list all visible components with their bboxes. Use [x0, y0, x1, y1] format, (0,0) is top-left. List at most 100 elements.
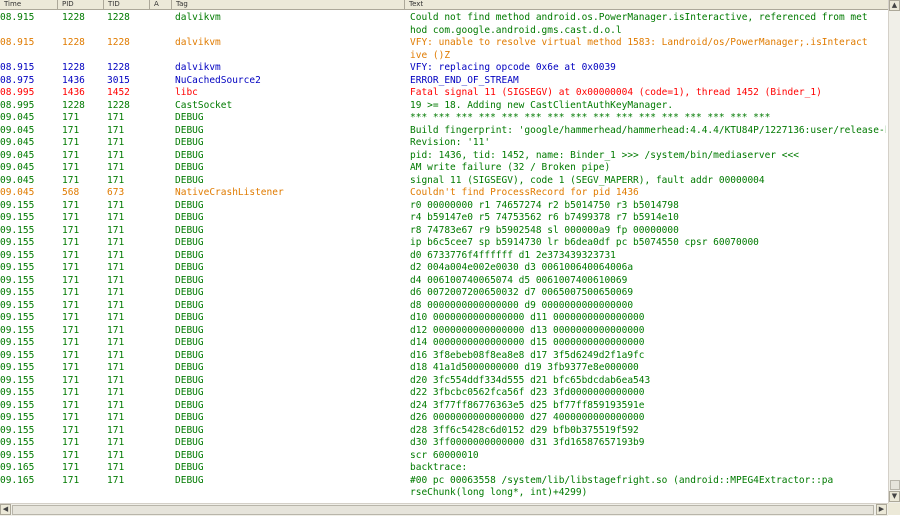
log-time: 09.165: [0, 474, 35, 486]
log-tid: 171: [107, 337, 125, 348]
log-row[interactable]: 09.045 171 171 DEBUG *** *** *** *** *** ***…: [0, 112, 888, 125]
log-row[interactable]: 08.995 1436 1452 libc Fatal signal 11 (SIGSE…: [0, 87, 888, 100]
log-text: r8 74783e67 r9 b5902548 sl 000000a9 fp 0…: [410, 224, 679, 236]
log-time: 09.045: [0, 187, 35, 198]
log-row[interactable]: 09.045 171 171 DEBUG Build fingerprint: 'goo…: [0, 125, 888, 138]
log-row[interactable]: 09.155 171 171 DEBUG d4 006100740065074 d5 …: [0, 275, 888, 288]
log-row[interactable]: 08.915 1228 1228 dalvikvm VFY: unable to res…: [0, 37, 888, 62]
log-text: d4 006100740065074 d5 0061007400610069: [410, 274, 628, 286]
log-row[interactable]: 09.155 171 171 DEBUG r4 b59147e0 r5 7475356…: [0, 212, 888, 225]
log-row[interactable]: 09.155 171 171 DEBUG d16 3f8ebeb08f8ea8e8 d…: [0, 350, 888, 363]
log-row[interactable]: 09.155 171 171 DEBUG d8 0000000000000000 d9…: [0, 300, 888, 313]
column-header-pid[interactable]: PID: [58, 0, 104, 9]
log-text: d18 41a1d5000000000 d19 3fb9377e8e000000: [410, 362, 639, 373]
log-row[interactable]: 09.165 171 171 DEBUG #00 pc 00063558 /syste…: [0, 475, 888, 500]
log-tag: DEBUG: [175, 274, 204, 286]
log-tid: 171: [107, 474, 125, 486]
scroll-up-icon[interactable]: ▲: [889, 0, 900, 11]
log-row[interactable]: 09.155 171 171 DEBUG d0 6733776f4ffffff d1 …: [0, 250, 888, 263]
log-tid: 673: [107, 187, 125, 198]
scroll-left-icon[interactable]: ◀: [0, 504, 11, 515]
column-header-tid[interactable]: TID: [104, 0, 150, 9]
log-tag: dalvikvm: [175, 37, 221, 48]
log-row[interactable]: 09.155 171 171 DEBUG scr 60000010: [0, 450, 888, 463]
log-row[interactable]: 09.155 171 171 DEBUG d10 0000000000000000 d…: [0, 312, 888, 325]
log-time: 09.155: [0, 449, 35, 461]
log-time: 08.995: [0, 99, 35, 111]
log-text: ERROR_END_OF_STREAM: [410, 74, 519, 86]
log-row[interactable]: 09.155 171 171 DEBUG d18 41a1d5000000000 d1…: [0, 362, 888, 375]
log-text: d10 0000000000000000 d11 000000000000000…: [410, 312, 645, 323]
log-time: 08.975: [0, 74, 35, 86]
log-time: 09.045: [0, 112, 35, 123]
log-row[interactable]: 08.915 1228 1228 dalvikvm VFY: replacing opc…: [0, 62, 888, 75]
log-tid: 171: [107, 412, 125, 423]
log-time: 09.155: [0, 337, 35, 348]
scroll-down-icon[interactable]: ▼: [889, 491, 900, 502]
log-tag: DEBUG: [175, 437, 204, 448]
log-row[interactable]: 09.155 171 171 DEBUG d26 0000000000000000 d…: [0, 412, 888, 425]
log-tid: 171: [107, 374, 125, 386]
log-row[interactable]: 09.155 171 171 DEBUG d24 3f77ff86776363e5 d…: [0, 400, 888, 413]
log-time: 08.915: [0, 62, 35, 73]
log-tid: 1452: [107, 87, 130, 98]
log-row[interactable]: 08.915 1228 1228 dalvikvm Could not find met…: [0, 12, 888, 37]
log-row[interactable]: 09.155 171 171 DEBUG r8 74783e67 r9 b590254…: [0, 225, 888, 238]
vertical-scrollbar[interactable]: ▲ ▼: [888, 0, 900, 503]
log-row[interactable]: 09.155 171 171 DEBUG d6 0072007200650032 d7…: [0, 287, 888, 300]
log-row[interactable]: 09.155 171 171 DEBUG d2 004a004e002e0030 d3…: [0, 262, 888, 275]
column-header-tag[interactable]: Tag: [172, 0, 405, 9]
log-pid: 171: [62, 137, 80, 148]
log-text: d28 3ff6c5428c6d0152 d29 bfb0b375519f592: [410, 424, 639, 436]
log-tid: 171: [107, 149, 125, 161]
scroll-right-icon[interactable]: ▶: [876, 504, 887, 515]
log-pid: 171: [62, 337, 80, 348]
log-tag: DEBUG: [175, 249, 204, 261]
log-row[interactable]: 09.155 171 171 DEBUG d12 0000000000000000 d…: [0, 325, 888, 338]
log-pid: 171: [62, 449, 80, 461]
horizontal-scroll-thumb[interactable]: [12, 505, 874, 515]
log-pid: 171: [62, 249, 80, 261]
log-tid: 171: [107, 262, 125, 273]
log-row[interactable]: 09.165 171 171 DEBUG backtrace:: [0, 462, 888, 475]
log-pid: 171: [62, 162, 80, 173]
log-row[interactable]: 08.975 1436 3015 NuCachedSource2 ERROR_END_O…: [0, 75, 888, 88]
log-row[interactable]: 09.045 171 171 DEBUG pid: 1436, tid: 1452, n…: [0, 150, 888, 163]
log-time: 09.155: [0, 237, 35, 248]
vertical-scroll-thumb[interactable]: [890, 480, 900, 490]
log-tag: DEBUG: [175, 212, 204, 223]
log-row[interactable]: 09.155 171 171 DEBUG d14 0000000000000000 d…: [0, 337, 888, 350]
horizontal-scrollbar[interactable]: ◀ ▶: [0, 503, 888, 516]
log-tag: NativeCrashListener: [175, 187, 284, 198]
log-text: backtrace:: [410, 462, 468, 473]
log-tid: 1228: [107, 62, 130, 73]
log-row[interactable]: 09.045 171 171 DEBUG Revision: '11': [0, 137, 888, 150]
log-row[interactable]: 08.995 1228 1228 CastSocket 19 >= 18. Adding…: [0, 100, 888, 113]
log-text: d2 004a004e002e0030 d3 006100640064006a: [410, 262, 634, 273]
log-row[interactable]: 09.045 171 171 DEBUG signal 11 (SIGSEGV), co…: [0, 175, 888, 188]
log-pid: 1436: [62, 74, 85, 86]
log-pid: 171: [62, 374, 80, 386]
log-row[interactable]: 09.155 171 171 DEBUG ip b6c5cee7 sp b591473…: [0, 237, 888, 250]
column-header-time[interactable]: Time: [0, 0, 58, 9]
log-row[interactable]: 09.155 171 171 DEBUG d22 3fbcbc0562fca56f d…: [0, 387, 888, 400]
log-time: 09.045: [0, 149, 35, 161]
log-tag: DEBUG: [175, 337, 204, 348]
log-tag: DEBUG: [175, 112, 204, 123]
log-time: 09.165: [0, 462, 35, 473]
log-tid: 171: [107, 137, 125, 148]
log-row[interactable]: 09.045 171 171 DEBUG AM write failure (32 / …: [0, 162, 888, 175]
log-tid: 1228: [107, 99, 130, 111]
log-pid: 171: [62, 299, 80, 311]
column-header-text[interactable]: Text: [405, 0, 888, 9]
log-row[interactable]: 09.155 171 171 DEBUG d20 3fc554ddf334d555 d…: [0, 375, 888, 388]
log-row[interactable]: 09.155 171 171 DEBUG r0 00000000 r1 7465727…: [0, 200, 888, 213]
log-text: Revision: '11': [410, 137, 491, 148]
log-row[interactable]: 09.045 568 673 NativeCrashListener Couldn't …: [0, 187, 888, 200]
log-tid: 171: [107, 462, 125, 473]
log-row[interactable]: 09.155 171 171 DEBUG d30 3ff0000000000000 d…: [0, 437, 888, 450]
column-header-level[interactable]: A: [150, 0, 172, 9]
log-text: ip b6c5cee7 sp b5914730 lr b6dea0df pc b…: [410, 237, 759, 248]
log-row[interactable]: 09.155 171 171 DEBUG d28 3ff6c5428c6d0152 d…: [0, 425, 888, 438]
log-time: 09.155: [0, 299, 35, 311]
